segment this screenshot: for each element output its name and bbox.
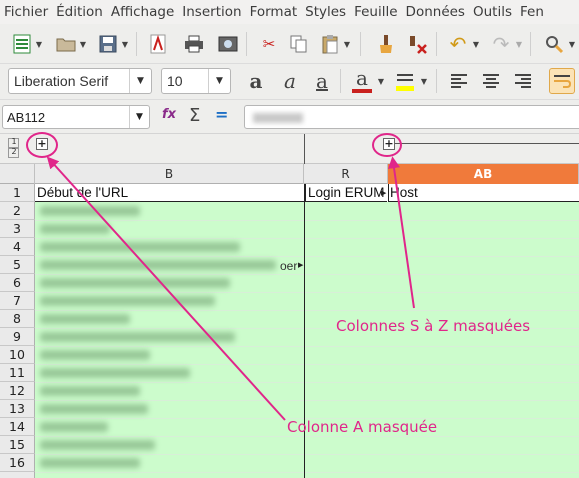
annotation-hidden-a: Colonne A masquée [287,418,438,436]
arrow-to-columns-s-z [388,156,415,309]
arrow-to-column-a [46,156,286,421]
annotation-arrows [46,156,415,421]
annotation-hidden-s-z: Colonnes S à Z masquées [336,317,531,335]
